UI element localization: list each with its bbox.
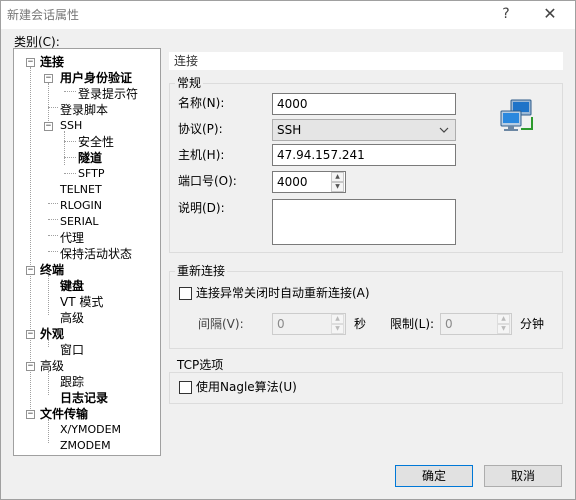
expand-file-transfer-icon[interactable]: − — [26, 410, 35, 419]
limit-value: 0 — [445, 317, 453, 331]
close-button[interactable]: ✕ — [535, 3, 565, 25]
tree-item-keyboard[interactable]: 键盘 — [60, 278, 84, 294]
nagle-checkbox[interactable] — [179, 381, 192, 394]
tree-item-tracking[interactable]: 跟踪 — [60, 374, 84, 390]
name-field[interactable]: 4000 — [272, 93, 456, 115]
limit-unit: 分钟 — [520, 317, 545, 331]
tree-item-proxy[interactable]: 代理 — [60, 230, 84, 246]
expand-connect-icon[interactable]: − — [26, 58, 35, 67]
reconnect-group — [169, 271, 563, 349]
spin-up-icon[interactable]: ▲ — [331, 314, 344, 324]
expand-appearance-icon[interactable]: − — [26, 330, 35, 339]
tree-item-telnet[interactable]: TELNET — [60, 182, 102, 198]
protocol-select[interactable]: SSH — [272, 119, 456, 141]
limit-stepper[interactable]: 0 ▲ ▼ — [440, 313, 512, 335]
general-group-title: 常规 — [175, 76, 204, 90]
tree-item-connect[interactable]: 连接 — [40, 54, 64, 70]
port-label: 端口号(O): — [178, 174, 237, 188]
auto-reconnect-label[interactable]: 连接异常关闭时自动重新连接(A) — [196, 285, 370, 301]
interval-unit: 秒 — [354, 317, 367, 331]
interval-label: 间隔(V): — [198, 317, 244, 331]
protocol-select-value: SSH — [277, 123, 302, 137]
tree-item-user-auth[interactable]: 用户身份验证 — [60, 70, 132, 86]
nagle-label[interactable]: 使用Nagle算法(U) — [196, 379, 297, 395]
tree-item-tunnel[interactable]: 隧道 — [78, 150, 102, 166]
tree-item-keepalive[interactable]: 保持活动状态 — [60, 246, 132, 262]
tree-item-security[interactable]: 安全性 — [78, 134, 114, 150]
expand-terminal-icon[interactable]: − — [26, 266, 35, 275]
port-spinner[interactable]: ▲ ▼ — [331, 172, 344, 192]
interval-value: 0 — [277, 317, 285, 331]
spin-down-icon[interactable]: ▼ — [497, 324, 510, 334]
description-label: 说明(D): — [178, 201, 225, 215]
expand-ssh-icon[interactable]: − — [44, 122, 53, 131]
window-title: 新建会话属性 — [7, 8, 80, 22]
interval-spinner[interactable]: ▲ ▼ — [331, 314, 344, 334]
tree-item-logging[interactable]: 日志记录 — [60, 390, 108, 406]
host-field[interactable]: 47.94.157.241 — [272, 144, 456, 166]
spin-down-icon[interactable]: ▼ — [331, 324, 344, 334]
tree-item-login-script[interactable]: 登录脚本 — [60, 102, 108, 118]
tree-item-appearance[interactable]: 外观 — [40, 326, 64, 342]
port-value: 4000 — [277, 175, 308, 189]
cancel-button[interactable]: 取消 — [484, 465, 562, 487]
help-button[interactable]: ? — [491, 3, 521, 25]
protocol-label: 协议(P): — [178, 122, 223, 136]
spin-up-icon[interactable]: ▲ — [331, 172, 344, 182]
auto-reconnect-checkbox[interactable] — [179, 287, 192, 300]
tree-item-serial[interactable]: SERIAL — [60, 214, 98, 230]
tree-item-ssh[interactable]: SSH — [60, 118, 82, 134]
tree-item-file-transfer[interactable]: 文件传输 — [40, 406, 88, 422]
expand-user-auth-icon[interactable]: − — [44, 74, 53, 83]
network-computers-icon — [500, 99, 533, 131]
tree-item-xymodem[interactable]: X/YMODEM — [60, 422, 121, 438]
expand-advanced-icon[interactable]: − — [26, 362, 35, 371]
tree-item-rlogin[interactable]: RLOGIN — [60, 198, 102, 214]
tree-item-advanced[interactable]: 高级 — [40, 358, 64, 374]
tree-item-window[interactable]: 窗口 — [60, 342, 84, 358]
tree-item-login-prompt[interactable]: 登录提示符 — [78, 86, 138, 102]
tcp-options-group-title: TCP选项 — [175, 358, 226, 372]
tree-item-zmodem[interactable]: ZMODEM — [60, 438, 111, 454]
port-stepper[interactable]: 4000 ▲ ▼ — [272, 171, 346, 193]
chevron-down-icon — [439, 127, 449, 133]
limit-label: 限制(L): — [390, 317, 435, 331]
session-properties-dialog: 新建会话属性 ? ✕ 类别(C): − 连接 − 用户身份验证 登录提示符 登录… — [0, 0, 576, 500]
name-label: 名称(N): — [178, 96, 225, 110]
panel-header: 连接 — [169, 52, 563, 70]
reconnect-group-title: 重新连接 — [175, 264, 228, 278]
spin-down-icon[interactable]: ▼ — [331, 182, 344, 192]
description-textarea[interactable] — [272, 199, 456, 245]
tree-item-vt-mode[interactable]: VT 模式 — [60, 294, 103, 310]
limit-spinner[interactable]: ▲ ▼ — [497, 314, 510, 334]
title-bar: 新建会话属性 ? ✕ — [1, 1, 575, 29]
category-tree[interactable]: − 连接 − 用户身份验证 登录提示符 登录脚本 − SSH 安全性 隧道 SF… — [13, 48, 161, 456]
spin-up-icon[interactable]: ▲ — [497, 314, 510, 324]
tree-item-sftp[interactable]: SFTP — [78, 166, 104, 182]
interval-stepper[interactable]: 0 ▲ ▼ — [272, 313, 346, 335]
tree-item-terminal-advanced[interactable]: 高级 — [60, 310, 84, 326]
ok-button[interactable]: 确定 — [395, 465, 473, 487]
tree-item-terminal[interactable]: 终端 — [40, 262, 64, 278]
host-label: 主机(H): — [178, 148, 225, 162]
